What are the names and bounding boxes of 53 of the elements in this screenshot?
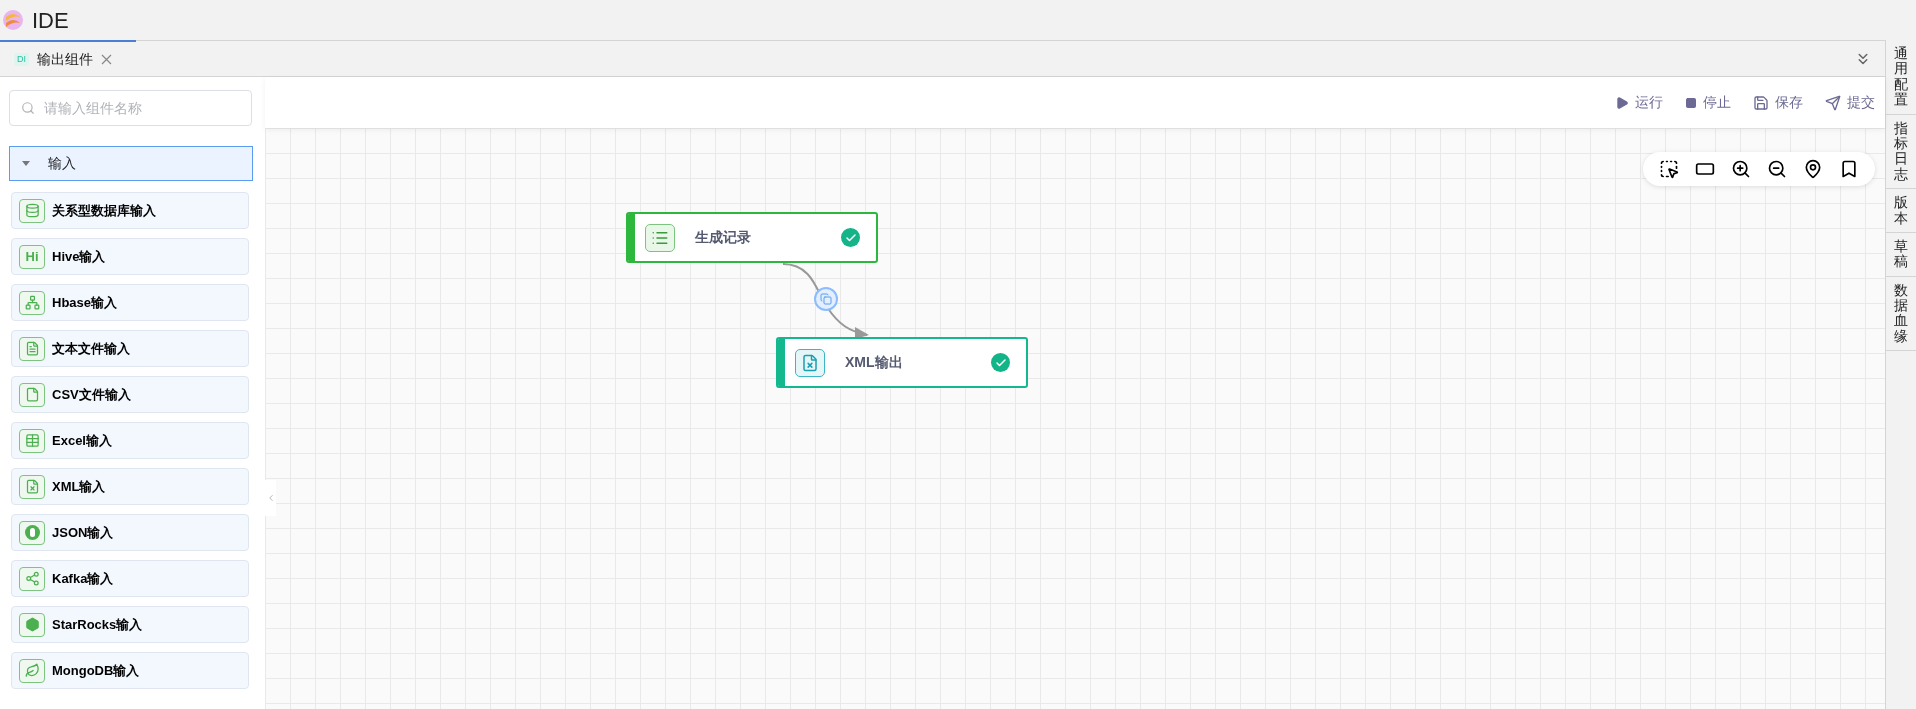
zoom-in-icon[interactable] bbox=[1731, 159, 1751, 179]
file-icon bbox=[19, 382, 45, 407]
zoom-out-icon[interactable] bbox=[1767, 159, 1787, 179]
tab-label: 输出组件 bbox=[37, 49, 93, 69]
logo-icon bbox=[2, 9, 24, 31]
send-button[interactable]: 提交 bbox=[1825, 92, 1875, 113]
pin-icon[interactable] bbox=[1803, 159, 1823, 179]
side-tab[interactable]: 草稿 bbox=[1886, 232, 1916, 277]
side-tab[interactable]: 通用配置 bbox=[1886, 40, 1916, 115]
select-tool-icon[interactable] bbox=[1659, 159, 1679, 179]
editor-tab[interactable]: DI 输出组件 bbox=[0, 40, 136, 76]
component-item[interactable]: Hi Hive输入 bbox=[11, 238, 249, 275]
component-item[interactable]: Excel输入 bbox=[11, 422, 249, 459]
side-tab[interactable]: 数据血缘 bbox=[1886, 276, 1916, 352]
flow-node[interactable]: XML输出 bbox=[776, 337, 1028, 388]
send-icon bbox=[1825, 94, 1841, 111]
list-icon bbox=[645, 223, 675, 252]
component-item[interactable]: MongoDB输入 bbox=[11, 652, 249, 689]
search-icon bbox=[21, 101, 35, 115]
save-icon bbox=[1753, 94, 1769, 111]
node-label: 生成记录 bbox=[695, 228, 752, 247]
stop-button[interactable]: 停止 bbox=[1685, 92, 1731, 113]
caret-icon bbox=[22, 161, 30, 166]
component-item[interactable]: StarRocks输入 bbox=[11, 606, 249, 643]
hive-badge: Hi bbox=[19, 244, 45, 269]
table-icon bbox=[19, 428, 45, 453]
tab-badge: DI bbox=[14, 52, 29, 66]
component-item[interactable]: JSON输入 bbox=[11, 514, 249, 551]
play-button[interactable]: 运行 bbox=[1615, 92, 1663, 113]
xml-file-icon bbox=[795, 348, 825, 377]
app-title: IDE bbox=[32, 6, 69, 35]
component-item[interactable]: 文本文件输入 bbox=[11, 330, 249, 367]
xml-icon bbox=[19, 474, 45, 499]
bookmark-icon[interactable] bbox=[1839, 159, 1859, 179]
component-item[interactable]: 关系型数据库输入 bbox=[11, 192, 249, 229]
node-label: XML输出 bbox=[845, 353, 904, 372]
component-item[interactable]: Kafka输入 bbox=[11, 560, 249, 597]
group-label: 输入 bbox=[48, 154, 76, 173]
close-icon[interactable] bbox=[101, 53, 112, 65]
side-tab[interactable]: 指标日志 bbox=[1886, 114, 1916, 190]
search-field[interactable]: 请输入组件名称 bbox=[9, 90, 252, 126]
group-header[interactable]: 输入 bbox=[9, 146, 253, 181]
component-item[interactable]: XML输入 bbox=[11, 468, 249, 505]
textfile-icon bbox=[19, 336, 45, 361]
save-button[interactable]: 保存 bbox=[1753, 92, 1803, 113]
component-item[interactable]: Hbase输入 bbox=[11, 284, 249, 321]
flow-node[interactable]: 生成记录 bbox=[626, 212, 878, 263]
play-icon bbox=[1615, 95, 1629, 110]
database-icon bbox=[19, 198, 45, 223]
stop-icon bbox=[1685, 96, 1697, 109]
component-item[interactable]: CSV文件输入 bbox=[11, 376, 249, 413]
panel-toggle[interactable] bbox=[265, 480, 276, 516]
side-tab[interactable]: 版本 bbox=[1886, 189, 1916, 233]
